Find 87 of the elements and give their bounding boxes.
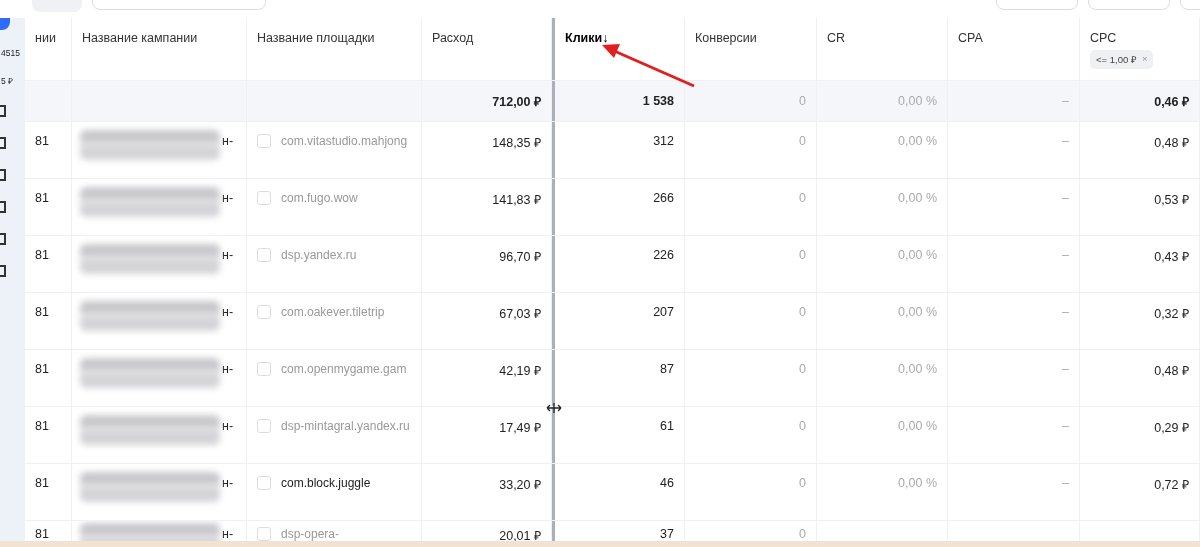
sidebar-value: 5 ₽ [0, 76, 14, 86]
table-cell: 0,00 % [898, 419, 937, 433]
table-cell: 0,00 % [898, 476, 937, 490]
table-cell: 0 [799, 191, 806, 205]
table-cell-text: 96,70 ₽ [499, 249, 541, 265]
table-cell: 81 [35, 527, 49, 541]
table-cell-text: 0,43 ₽ [1154, 249, 1189, 265]
table-cell: 87 [660, 362, 674, 376]
table-cell-text: 17,49 ₽ [499, 420, 541, 436]
column-header[interactable]: CPA [958, 31, 983, 45]
table-cell: 0 [799, 134, 806, 148]
table-cell: 207 [653, 305, 674, 319]
table-cell: н- [222, 134, 234, 148]
table-cell: 0 [799, 527, 806, 541]
table-cell: 46 [660, 476, 674, 490]
table-cell-text: 0,72 ₽ [1154, 477, 1189, 493]
table-cell: 0,00 % [898, 191, 937, 205]
column-header[interactable]: Клики↓ [565, 31, 609, 45]
table-cell: н- [222, 248, 234, 262]
table-cell-text: 141,83 ₽ [492, 192, 541, 208]
table-cell: 81 [35, 134, 49, 148]
sidebar-value: 4515 [0, 48, 20, 58]
table-cell: 266 [653, 191, 674, 205]
table-cell-text: 0,46 ₽ [1154, 93, 1189, 110]
table-cell: 81 [35, 419, 49, 433]
placement-name: com.fugo.wow [281, 190, 359, 207]
table-cell: н- [222, 362, 234, 376]
column-header[interactable]: Конверсии [695, 31, 757, 45]
table-cell: 0 [799, 419, 806, 433]
table-cell: 81 [35, 248, 49, 262]
table-cell: 0 [799, 476, 806, 490]
table-cell: – [1062, 362, 1069, 376]
column-header[interactable]: Название площадки [257, 31, 375, 45]
table-cell: 0 [799, 248, 806, 262]
column-header[interactable]: Название кампании [82, 31, 198, 45]
table-cell: – [1062, 134, 1069, 148]
column-header[interactable]: CPC [1090, 31, 1117, 45]
table-cell: 0 [799, 362, 806, 376]
table-cell-text: 42,19 ₽ [499, 363, 541, 379]
table-cell: – [1062, 191, 1069, 205]
table-cell: н- [222, 305, 234, 319]
table-cell: 312 [653, 134, 674, 148]
placement-name: dsp-mintagral.yandex.ru [281, 418, 411, 435]
column-header[interactable]: нии [35, 31, 56, 45]
table-cell-text: 0,29 ₽ [1154, 420, 1189, 436]
table-cell: н- [222, 191, 234, 205]
table-cell: н- [222, 527, 234, 541]
table-cell: 37 [660, 527, 674, 541]
table-cell-text: 0,48 ₽ [1154, 135, 1189, 151]
table-cell: 81 [35, 476, 49, 490]
filter-chip[interactable]: <= 1,00 ₽ × [1090, 50, 1154, 69]
table-cell-text: 67,03 ₽ [499, 306, 541, 322]
table-cell: – [1062, 305, 1069, 319]
table-cell: – [1062, 94, 1069, 108]
table-cell: 0 [799, 305, 806, 319]
table-cell: н- [222, 476, 234, 490]
table-cell: 81 [35, 191, 49, 205]
placement-name: com.oakever.tiletrip [281, 304, 386, 321]
table-cell: 0,00 % [898, 305, 937, 319]
table-cell: 0,00 % [898, 362, 937, 376]
table-cell-text: 0,48 ₽ [1154, 363, 1189, 379]
table-cell: 0,00 % [898, 94, 937, 108]
table-cell: 81 [35, 362, 49, 376]
placement-name: com.openmygame.gam [281, 361, 408, 378]
table-cell: – [1062, 248, 1069, 262]
table-cell-text: 0,53 ₽ [1154, 192, 1189, 208]
table-cell: 226 [653, 248, 674, 262]
placement-name: dsp.yandex.ru [281, 247, 358, 264]
table-cell: – [1062, 476, 1069, 490]
table-cell-text: 712,00 ₽ [492, 93, 541, 110]
table-cell: 61 [660, 419, 674, 433]
placement-name: com.block.juggle [281, 475, 372, 492]
table-cell: – [1062, 419, 1069, 433]
table-cell-text: 20,01 ₽ [499, 528, 541, 543]
table-cell: 0 [799, 94, 806, 108]
table-cell-text: 33,20 ₽ [499, 477, 541, 493]
table-cell: н- [222, 419, 234, 433]
table-cell-text: 148,35 ₽ [492, 135, 541, 151]
placement-name: com.vitastudio.mahjong [281, 133, 409, 150]
placement-name: dsp-opera- [281, 526, 341, 543]
table-cell: 1 538 [642, 94, 674, 108]
table-cell-text: 0,32 ₽ [1154, 306, 1189, 322]
table-cell: 0,00 % [898, 248, 937, 262]
table-cell: 81 [35, 305, 49, 319]
column-header[interactable]: Расход [432, 31, 474, 45]
column-header[interactable]: CR [827, 31, 846, 45]
table-cell: 0,00 % [898, 134, 937, 148]
